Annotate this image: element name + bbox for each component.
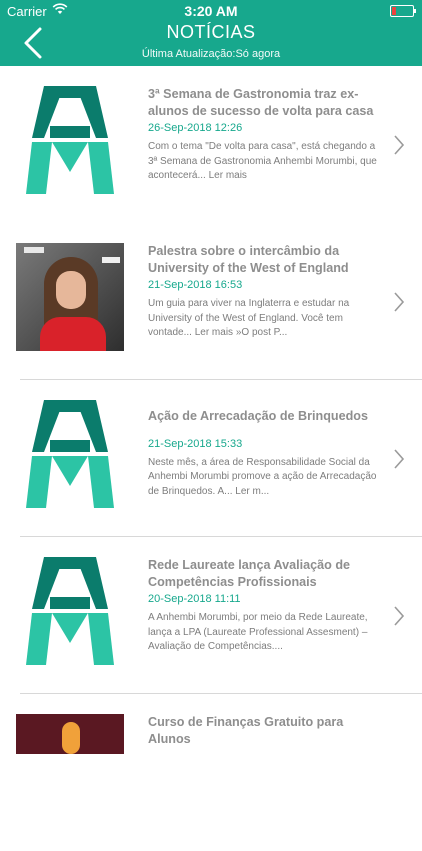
news-date: 20-Sep-2018 11:11 [148,593,241,606]
news-text: Ação de Arrecadação de Brinquedos 21-Sep… [148,408,378,499]
battery-icon [390,5,416,17]
news-date: 21-Sep-2018 16:53 [148,279,243,292]
news-summary: Um guia para viver na Inglaterra e estud… [148,298,350,339]
news-title: Palestra sobre o intercâmbio da Universi… [148,244,349,275]
news-summary: Com o tema "De volta para casa", está ch… [148,141,377,182]
chevron-right-icon[interactable] [392,448,406,470]
news-item[interactable]: Palestra sobre o intercâmbio da Universi… [0,223,422,380]
page-title: NOTÍCIAS [166,22,256,42]
news-photo [16,243,124,351]
chevron-right-icon[interactable] [392,605,406,627]
news-text: Palestra sobre o intercâmbio da Universi… [148,243,378,341]
news-photo [16,714,124,754]
news-text: Curso de Finanças Gratuito para Alunos [148,714,378,747]
news-text: Rede Laureate lança Avaliação de Competê… [148,557,378,655]
chevron-right-icon[interactable] [392,291,406,313]
news-title: 3ª Semana de Gastronomia traz ex-alunos … [148,87,374,118]
am-logo [26,400,114,508]
news-summary: A Anhembi Morumbi, por meio da Rede Laur… [148,612,368,653]
news-title: Ação de Arrecadação de Brinquedos [148,409,368,423]
news-list: 3ª Semana de Gastronomia traz ex-alunos … [0,66,422,851]
news-item[interactable]: Curso de Finanças Gratuito para Alunos [0,694,422,851]
clock: 3:20 AM [184,3,238,19]
news-summary: Neste mês, a área de Responsabilidade So… [148,456,377,497]
news-item[interactable]: 3ª Semana de Gastronomia traz ex-alunos … [0,66,422,223]
am-logo [26,86,114,194]
news-text: 3ª Semana de Gastronomia traz ex-alunos … [148,86,378,184]
news-date: 21-Sep-2018 15:33 [148,437,243,450]
news-title: Rede Laureate lança Avaliação de Competê… [148,558,351,589]
news-item[interactable]: Rede Laureate lança Avaliação de Competê… [0,537,422,694]
news-title: Curso de Finanças Gratuito para Alunos [148,715,344,746]
chevron-right-icon[interactable] [392,134,406,156]
am-logo [26,557,114,665]
news-date: 26-Sep-2018 12:26 [148,122,243,135]
app-header: Carrier 3:20 AM NOTÍCIAS Última Atualiza… [0,0,422,66]
status-bar: Carrier 3:20 AM [0,0,422,22]
last-update-label: Última Atualização:Só agora [141,48,281,60]
news-item[interactable]: Ação de Arrecadação de Brinquedos 21-Sep… [0,380,422,537]
